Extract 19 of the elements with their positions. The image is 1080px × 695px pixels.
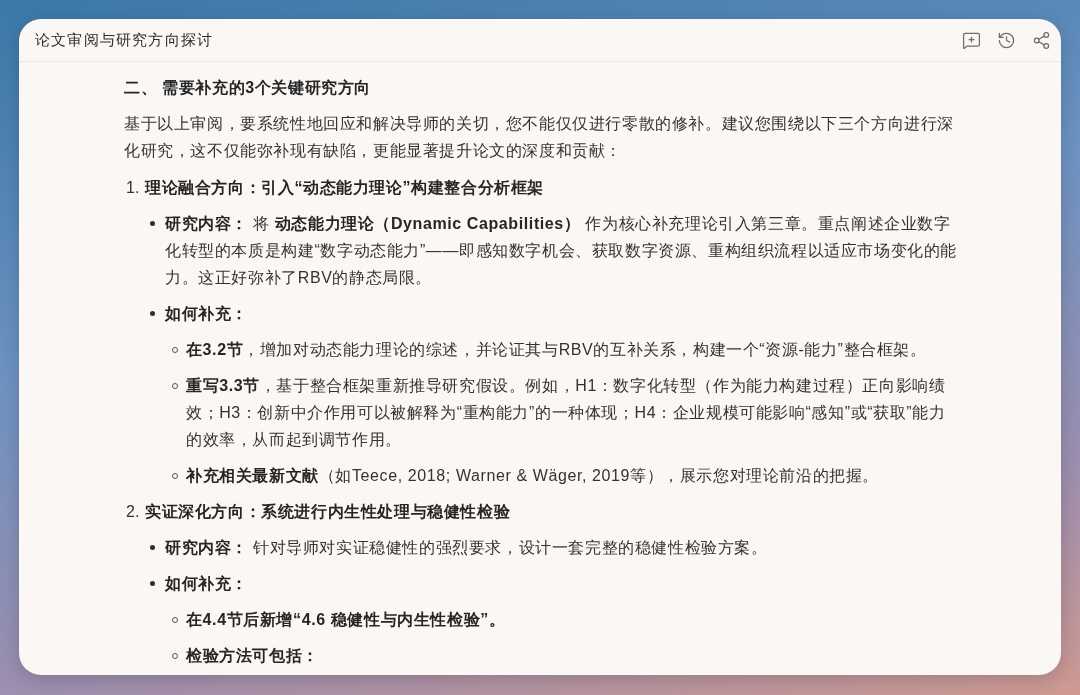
direction-title: 实证深化方向：系统进行内生性处理与稳健性检验	[145, 502, 512, 522]
list-item-text: 如何补充：	[165, 304, 249, 324]
list-item-text: 研究内容： 针对导师对实证稳健性的强烈要求，设计一套完整的稳健性检验方案。	[165, 538, 769, 558]
list-number: 2.	[125, 502, 141, 522]
list-item-text: 检验方法可包括：	[186, 646, 320, 666]
message-plus-icon[interactable]	[962, 30, 981, 50]
list-item-text: 在3.2节，增加对动态能力理论的综述，并论证其与RBV的互补关系，构建一个“资源-能力”整合框架。	[186, 340, 928, 360]
list-item-text: 在4.4节后新增“4.6 稳健性与内生性检验”。	[186, 610, 507, 630]
list-item-text: 研究内容： 将 动态能力理论（Dynamic Capabilities） 作为核心补充理论引入第三章。重点阐述企业数字化转型的本质是构建“数字动态能力”——即感知数字机会、获取数字资源、重构组织流程以适应市场变化的能力。这正好弥补了RBV的静态局限。	[165, 214, 959, 288]
list-item-text: 如何补充：	[165, 574, 249, 594]
direction-title: 理论融合方向：引入“动态能力理论”构建整合分析框架	[145, 178, 545, 198]
history-icon[interactable]	[997, 30, 1016, 50]
window-title: 论文审阅与研究方向探讨	[35, 29, 214, 50]
intro-paragraph: 基于以上审阅，要系统性地回应和解决导师的关切，您不能仅仅进行零散的修补。建议您围绕以下三个方向进行深化研究，这不仅能弥补现有缺陷，更能显著提升论文的深度和贡献：	[124, 114, 955, 161]
list-item-text: 重写3.3节，基于整合框架重新推导研究假设。例如，H1：数字化转型（作为能力构建过程）正向影响绩效；H3：创新中介作用可以被解释为“重构能力”的一种体现；H4：企业规模可能影响“感知”或“获取”能力的效率，从而起到调节作用。	[186, 376, 947, 450]
share-icon[interactable]	[1032, 30, 1051, 50]
section-heading: 二、 需要补充的3个关键研究方向	[124, 78, 372, 98]
list-item-text: 补充相关最新文献（如Teece, 2018; Warner & Wäger, 2019等），展示您对理论前沿的把握。	[186, 466, 881, 486]
list-number: 1.	[125, 178, 141, 198]
